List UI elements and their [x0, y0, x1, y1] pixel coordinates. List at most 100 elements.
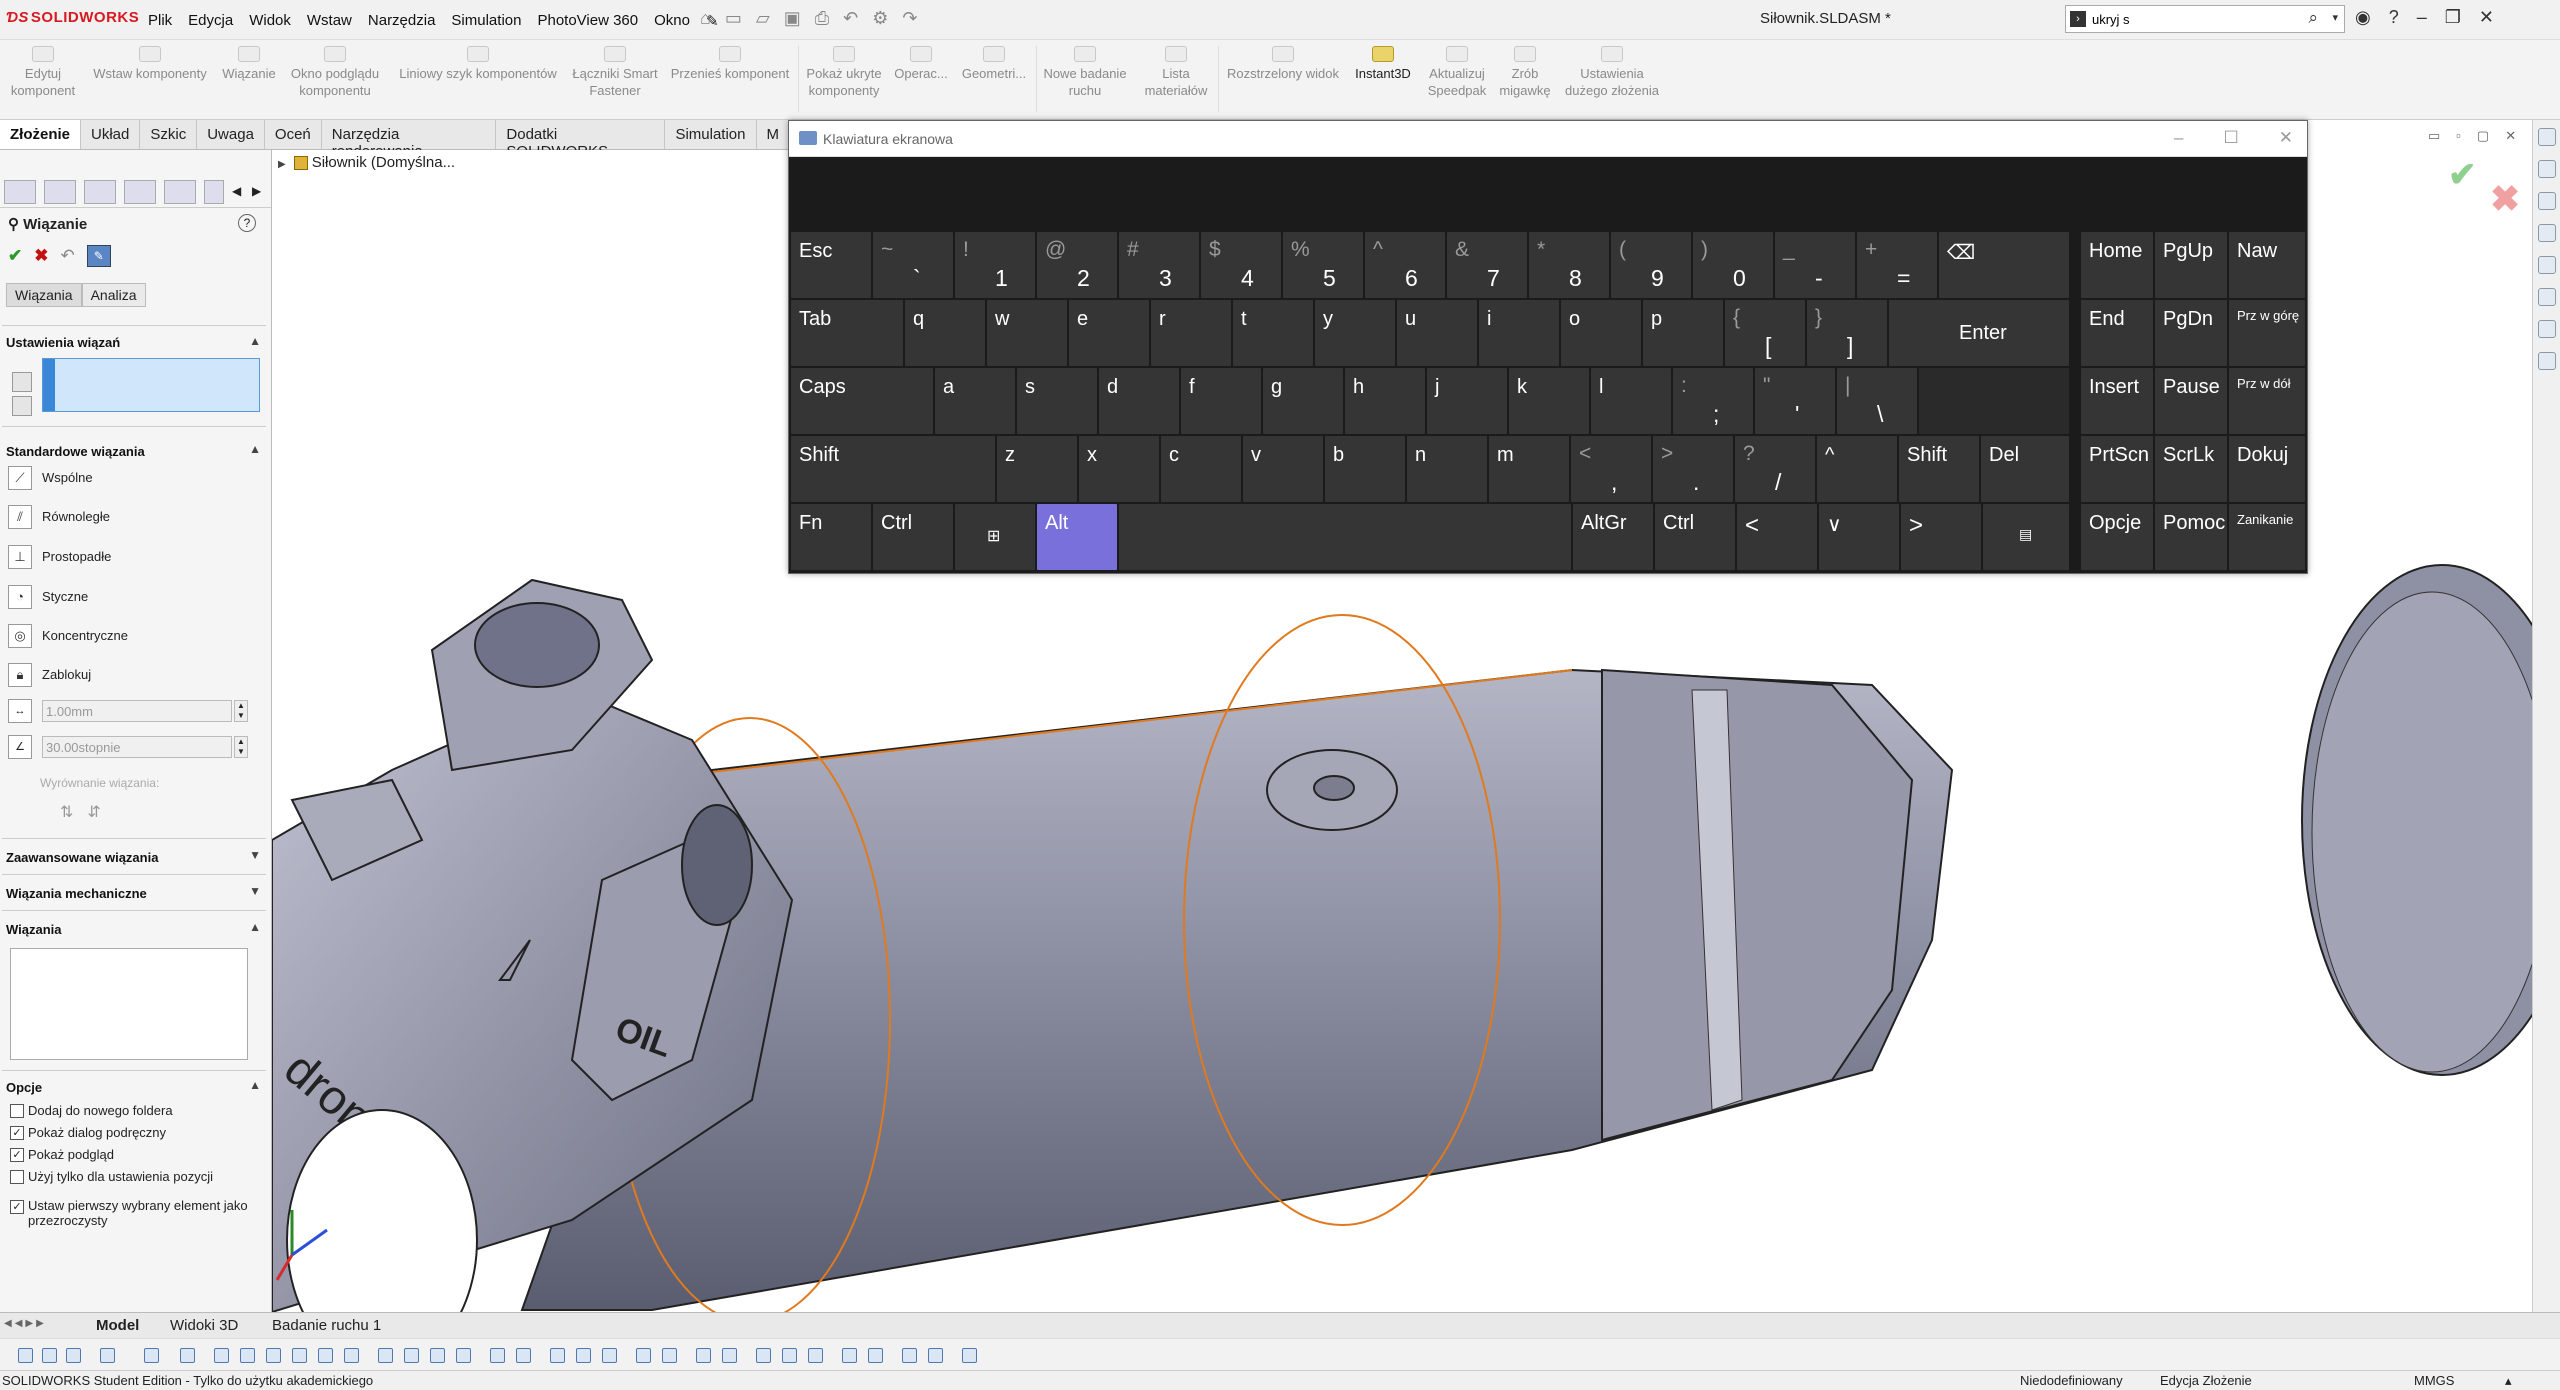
- tab-3d-views[interactable]: Widoki 3D: [170, 1317, 238, 1334]
- instant3d-button[interactable]: Instant3D: [1348, 46, 1418, 82]
- chevron-up-icon[interactable]: ▲: [249, 334, 261, 348]
- search-input[interactable]: [2092, 9, 2302, 29]
- filter-loop-icon[interactable]: [722, 1348, 737, 1363]
- chevron-down-icon[interactable]: ▼: [249, 884, 261, 898]
- key-dock[interactable]: Dokuj: [2229, 436, 2305, 502]
- close-icon[interactable]: ✕: [2479, 7, 2494, 28]
- viewport-tile-icon[interactable]: ▫: [2456, 128, 2461, 144]
- cancel-x-icon[interactable]: ✖: [2490, 178, 2520, 220]
- key-grave[interactable]: ~ `: [873, 232, 953, 298]
- key-r[interactable]: r: [1151, 300, 1231, 366]
- key-d[interactable]: d: [1099, 368, 1179, 434]
- key-ctrl-left[interactable]: Ctrl: [873, 504, 953, 570]
- chevron-down-icon[interactable]: ▼: [249, 848, 261, 862]
- linear-pattern-button[interactable]: Liniowy szyk komponentów: [390, 46, 566, 82]
- key-caps[interactable]: Caps: [791, 368, 933, 434]
- menu-photoview[interactable]: PhotoView 360: [529, 10, 646, 32]
- filter-cosmetic-thread-icon[interactable]: [490, 1348, 505, 1363]
- smart-fasteners-button[interactable]: Łączniki Smart Fastener: [570, 46, 660, 99]
- key-f[interactable]: f: [1181, 368, 1261, 434]
- key-slash[interactable]: ? /: [1735, 436, 1815, 502]
- move-component-button[interactable]: Przenieś komponent: [664, 46, 796, 82]
- key-3[interactable]: #3: [1119, 232, 1199, 298]
- mates-list-box[interactable]: [10, 948, 248, 1060]
- search-dropdown-icon[interactable]: ▾: [2332, 11, 2338, 24]
- custom-properties-icon[interactable]: [2537, 288, 2556, 306]
- key-right-bracket[interactable]: }]: [1807, 300, 1887, 366]
- distance-input[interactable]: [42, 700, 232, 722]
- key-s[interactable]: s: [1017, 368, 1097, 434]
- angle-icon[interactable]: ∠: [8, 735, 32, 759]
- key-k[interactable]: k: [1509, 368, 1589, 434]
- menu-simulation[interactable]: Simulation: [443, 10, 529, 32]
- anti-aligned-icon[interactable]: ⇵: [87, 804, 114, 821]
- tab-sketch[interactable]: Szkic: [140, 120, 198, 149]
- key-t[interactable]: t: [1233, 300, 1313, 366]
- pushpin-icon[interactable]: ✎: [86, 245, 111, 267]
- filter-components-icon[interactable]: [292, 1348, 307, 1363]
- home-icon[interactable]: ⌂: [700, 8, 711, 29]
- option-positioning-only[interactable]: Użyj tylko dla ustawienia pozycji: [10, 1168, 260, 1184]
- key-insert[interactable]: Insert: [2081, 368, 2153, 434]
- mate-lock[interactable]: 🔒︎ Zablokuj: [8, 661, 258, 689]
- redo-icon[interactable]: ↷: [902, 8, 917, 29]
- key-4[interactable]: $4: [1201, 232, 1281, 298]
- mates-header[interactable]: Wiązania: [6, 922, 62, 937]
- key-comma[interactable]: <,: [1571, 436, 1651, 502]
- key-prtscn[interactable]: PrtScn: [2081, 436, 2153, 502]
- key-arrow-right[interactable]: >: [1901, 504, 1981, 570]
- open-icon[interactable]: ▱: [756, 8, 770, 29]
- tab-more[interactable]: M: [757, 120, 790, 149]
- checkbox[interactable]: [10, 1103, 24, 1118]
- update-speedpak-button[interactable]: Aktualizuj Speedpak: [1422, 46, 1492, 99]
- filter-planes-icon[interactable]: [180, 1348, 195, 1363]
- take-snapshot-button[interactable]: Zrób migawkę: [1496, 46, 1554, 99]
- key-q[interactable]: q: [905, 300, 985, 366]
- configuration-manager-tab-icon[interactable]: [84, 180, 116, 204]
- key-arrow-left[interactable]: <: [1737, 504, 1817, 570]
- filter-hole-icon[interactable]: [550, 1348, 565, 1363]
- key-e[interactable]: e: [1069, 300, 1149, 366]
- tab-assembly[interactable]: Złożenie: [0, 120, 82, 149]
- chevron-up-icon[interactable]: ▲: [249, 920, 261, 934]
- osk-maximize-icon[interactable]: ☐: [2224, 128, 2239, 148]
- bill-of-materials-button[interactable]: Lista materiałów: [1134, 46, 1218, 99]
- mechanical-mates-header[interactable]: Wiązania mechaniczne: [6, 886, 147, 901]
- display-manager-tab-icon[interactable]: [164, 180, 196, 204]
- key-shift-right[interactable]: Shift: [1899, 436, 1979, 502]
- checkbox-checked[interactable]: ✓: [10, 1125, 24, 1140]
- tab-simulation[interactable]: Simulation: [665, 120, 757, 149]
- key-0[interactable]: ) 0: [1693, 232, 1773, 298]
- menu-edit[interactable]: Edycja: [180, 10, 241, 32]
- filter-icon[interactable]: [18, 1348, 33, 1363]
- key-u[interactable]: u: [1397, 300, 1477, 366]
- filter-vertices-icon[interactable]: [100, 1348, 115, 1363]
- filter-settings-icon[interactable]: [962, 1348, 977, 1363]
- key-nav[interactable]: Naw: [2229, 232, 2305, 298]
- filter-surface-finish-icon[interactable]: [456, 1348, 471, 1363]
- key-5[interactable]: % 5: [1283, 232, 1363, 298]
- key-context-menu[interactable]: ▤: [1983, 504, 2069, 570]
- assembly-features-button[interactable]: Operac...: [890, 46, 952, 82]
- reference-geometry-button[interactable]: Geometri...: [956, 46, 1032, 82]
- option-make-transparent[interactable]: ✓ Ustaw pierwszy wybrany element jako prz…: [10, 1198, 260, 1228]
- filter-select-all-icon[interactable]: [902, 1348, 917, 1363]
- key-ctrl-right[interactable]: Ctrl: [1655, 504, 1735, 570]
- key-minus[interactable]: _ -: [1775, 232, 1855, 298]
- tab-collapse-icon[interactable]: [2537, 352, 2556, 370]
- key-a[interactable]: a: [935, 368, 1015, 434]
- filter-graphic-icon[interactable]: [868, 1348, 883, 1363]
- key-9[interactable]: (9: [1611, 232, 1691, 298]
- mate-coincident[interactable]: ⟋ Wspólne: [8, 464, 258, 492]
- view-palette-icon[interactable]: [2537, 224, 2556, 242]
- key-2[interactable]: @2: [1037, 232, 1117, 298]
- design-library-icon[interactable]: [2537, 160, 2556, 178]
- angle-input[interactable]: [42, 736, 232, 758]
- distance-icon[interactable]: ↔: [8, 699, 32, 723]
- distance-spinner[interactable]: ▲ ▼: [234, 700, 248, 722]
- ok-check-icon[interactable]: ✔: [8, 246, 22, 266]
- solidworks-logo[interactable]: ƊS SOLIDWORKS: [6, 9, 139, 31]
- key-y[interactable]: y: [1315, 300, 1395, 366]
- option-add-to-folder[interactable]: Dodaj do nowego foldera: [10, 1102, 260, 1118]
- filter-welds-icon[interactable]: [378, 1348, 393, 1363]
